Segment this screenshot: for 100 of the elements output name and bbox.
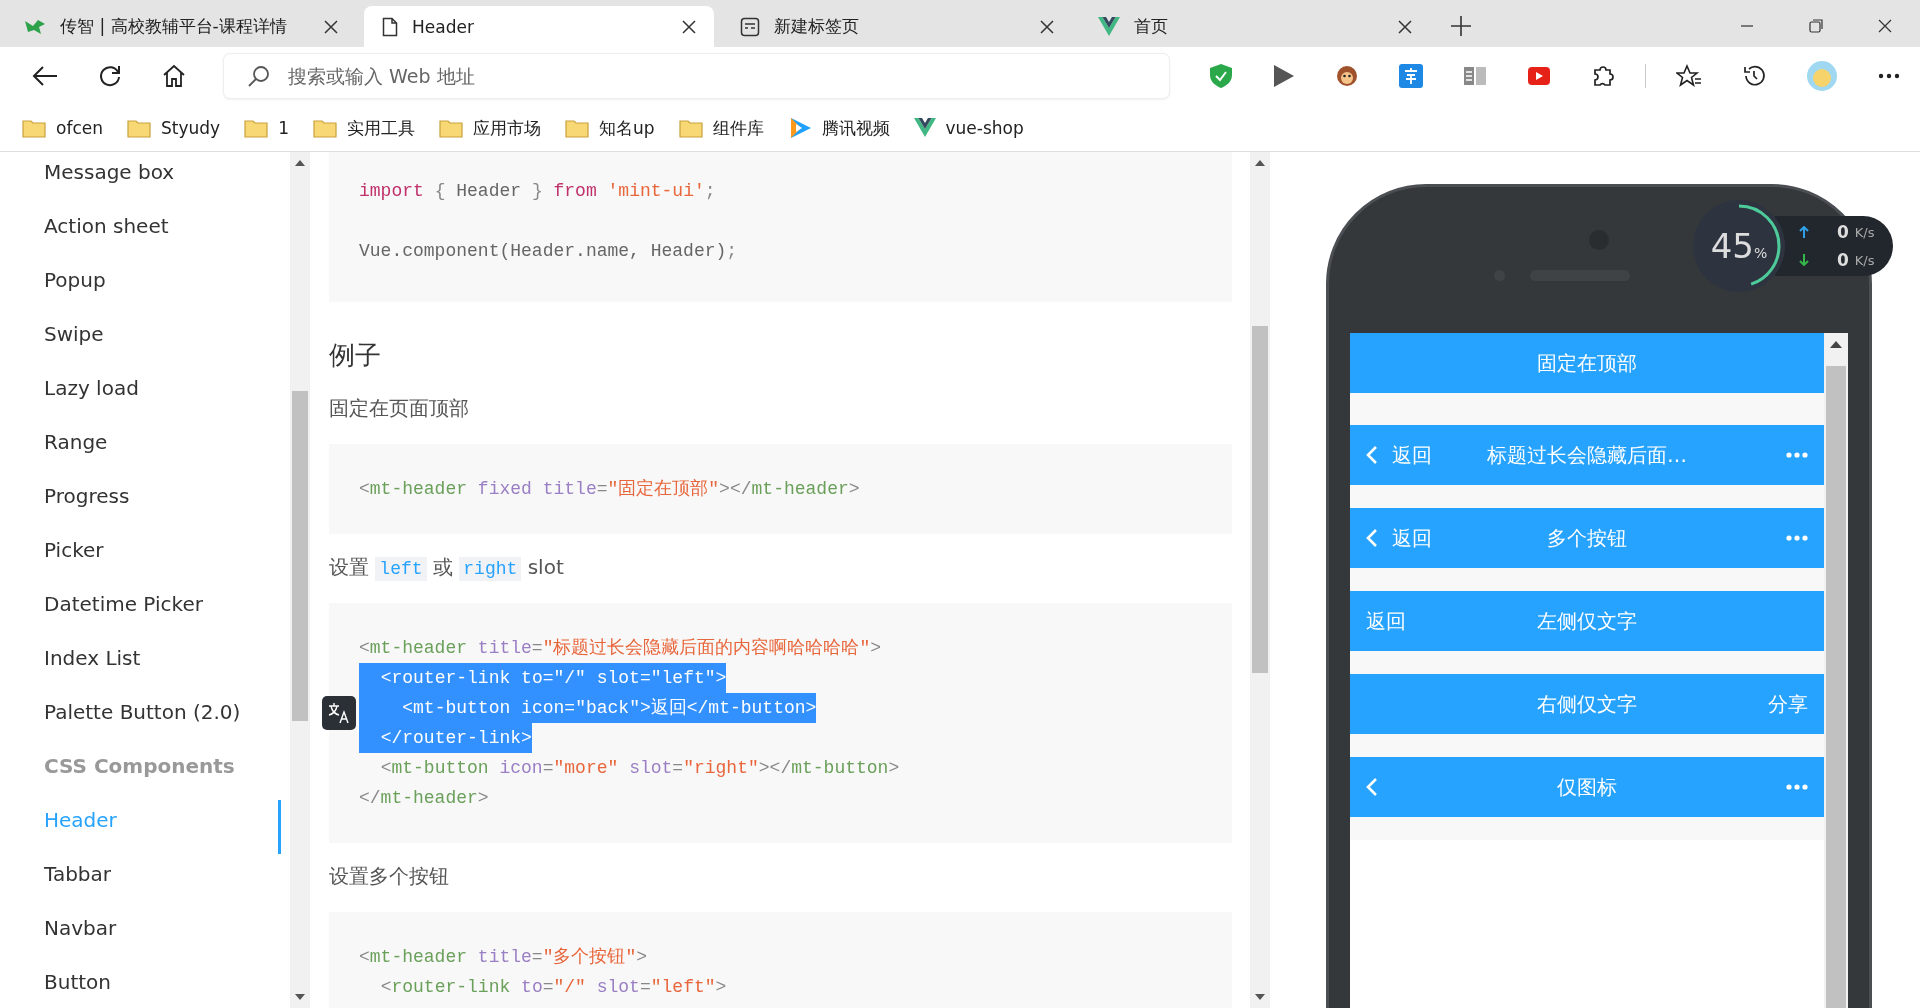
scroll-down-icon[interactable] — [295, 994, 305, 1000]
bookmark-label: 应用市场 — [472, 116, 541, 140]
code-line: <mt-header title="多个按钮"> — [359, 946, 648, 969]
puzzle-icon[interactable] — [1591, 64, 1615, 88]
folder-icon — [244, 118, 269, 138]
bookmark[interactable]: ofcen — [22, 118, 103, 138]
bookmark[interactable]: 知名up — [564, 116, 655, 140]
translate-icon[interactable] — [1399, 64, 1423, 88]
favorites-icon[interactable] — [1676, 64, 1702, 88]
folder-icon — [564, 118, 589, 138]
folder-icon — [678, 118, 703, 138]
sidebar-link[interactable]: Action sheet — [44, 206, 281, 260]
speed-monitor[interactable]: 45% 0 K/s 0 K/s — [1689, 196, 1893, 296]
scroll-up-icon[interactable] — [1830, 341, 1842, 348]
scroll-down-icon[interactable] — [1255, 994, 1265, 1000]
sidebar-link[interactable]: Datetime Picker — [44, 584, 281, 638]
section-heading: 例子 — [329, 339, 382, 372]
home-icon[interactable] — [162, 64, 186, 88]
sidebar-link[interactable]: Button — [44, 962, 281, 1008]
sidebar-link[interactable]: Swipe — [44, 314, 281, 368]
bookmark[interactable]: vue-shop — [913, 118, 1024, 138]
tab-title: 传智 | 高校教辅平台-课程详情 — [60, 15, 288, 38]
sidebar-link[interactable]: Index List — [44, 638, 281, 692]
history-icon[interactable] — [1742, 64, 1766, 88]
section-heading: CSS Components — [44, 753, 236, 780]
tab-title: 新建标签页 — [774, 15, 860, 38]
scrollbar[interactable] — [1250, 152, 1270, 1008]
tab-title: 首页 — [1134, 15, 1169, 38]
code-line: <router-link to="/" slot="left"> — [379, 976, 727, 999]
scrollbar[interactable] — [1824, 333, 1848, 1008]
browser-tab[interactable]: Header — [364, 6, 714, 47]
bookmark[interactable]: 1 — [244, 118, 289, 138]
sidebar-link[interactable]: Progress — [44, 476, 281, 530]
sidebar-link[interactable]: Message box — [44, 152, 281, 206]
download-arrow-icon — [1799, 254, 1809, 266]
paragraph: 固定在页面顶部 — [329, 395, 470, 422]
chevron-left-icon — [1366, 445, 1378, 465]
folder-icon — [438, 118, 463, 138]
play-icon[interactable] — [1273, 64, 1295, 88]
sidebar-link[interactable]: Picker — [44, 530, 281, 584]
bookmark-label: 组件库 — [712, 116, 764, 140]
more-icon[interactable] — [1878, 73, 1900, 79]
shield-icon[interactable] — [1209, 63, 1233, 89]
new-tab-icon[interactable] — [1450, 15, 1472, 37]
bird-icon — [24, 17, 46, 36]
speed-unit: K/s — [1854, 252, 1875, 268]
sidebar-link[interactable]: Tabbar — [44, 854, 281, 908]
browser-tab[interactable]: 首页 — [1080, 6, 1430, 47]
chevron-left-icon — [1366, 528, 1378, 548]
header-title: 多个按钮 — [1546, 524, 1628, 552]
search-icon — [248, 65, 270, 87]
chevron-left-icon — [1366, 777, 1378, 797]
sidebar-link[interactable]: Lazy load — [44, 368, 281, 422]
code-line: import { Header } from 'mint-ui'; — [359, 180, 716, 203]
sidebar-link[interactable]: Popup — [44, 260, 281, 314]
back-button[interactable] — [1366, 777, 1378, 797]
close-icon[interactable] — [1878, 19, 1892, 33]
vue-logo-icon — [1098, 16, 1120, 37]
code-line: <mt-header fixed title="固定在顶部"></mt-header> — [359, 478, 860, 501]
close-icon[interactable] — [324, 19, 338, 34]
header-title: 仅图标 — [1556, 773, 1618, 801]
header-title: 固定在顶部 — [1536, 349, 1638, 377]
percent-sign: % — [1753, 245, 1768, 261]
back-icon[interactable] — [32, 65, 58, 87]
browser-tab[interactable]: 新建标签页 — [722, 6, 1072, 47]
restore-icon[interactable] — [1809, 19, 1823, 33]
code-line: <mt-button icon="more" slot="right"></mt-button> — [379, 757, 900, 780]
close-icon[interactable] — [1040, 19, 1054, 34]
sidebar-link[interactable]: Navbar — [44, 908, 281, 962]
translate-button[interactable] — [322, 696, 356, 730]
refresh-icon[interactable] — [98, 64, 122, 88]
bookmark[interactable]: 应用市场 — [438, 116, 541, 140]
code-line: Vue.component(Header.name, Header); — [359, 240, 738, 263]
video-icon[interactable] — [1527, 65, 1551, 87]
reader-icon[interactable] — [1463, 65, 1487, 87]
upload-speed: 0 — [1837, 222, 1849, 242]
scrollbar[interactable] — [290, 152, 310, 1008]
tab-title: Header — [412, 16, 475, 37]
sidebar-link[interactable]: Range — [44, 422, 281, 476]
bookmark-label: 实用工具 — [346, 116, 415, 140]
paragraph: 设置多个按钮 — [329, 863, 450, 890]
header-title: 右侧仅文字 — [1536, 690, 1638, 718]
close-icon[interactable] — [1398, 19, 1412, 34]
close-icon[interactable] — [682, 19, 696, 34]
monkey-icon[interactable] — [1335, 64, 1359, 88]
sidebar-link[interactable]: Palette Button (2.0) — [44, 692, 281, 746]
bookmark-label: 知名up — [598, 116, 655, 140]
bookmark[interactable]: Styudy — [126, 118, 221, 138]
header-title: 标题过长会隐藏后面… — [1486, 441, 1688, 469]
browser-tab[interactable]: 传智 | 高校教辅平台-课程详情 — [6, 6, 356, 47]
bookmark-label: ofcen — [56, 118, 103, 138]
folder-icon — [312, 118, 337, 138]
translate-icon — [328, 702, 350, 724]
scroll-up-icon[interactable] — [295, 160, 305, 166]
percent-value: 45 — [1710, 226, 1754, 266]
bookmark[interactable]: 实用工具 — [312, 116, 415, 140]
scroll-up-icon[interactable] — [1255, 160, 1265, 166]
bookmark[interactable]: 腾讯视频 — [787, 116, 890, 140]
bookmark[interactable]: 组件库 — [678, 116, 764, 140]
address-field[interactable]: 搜索或输入 Web 地址 — [224, 54, 1169, 98]
